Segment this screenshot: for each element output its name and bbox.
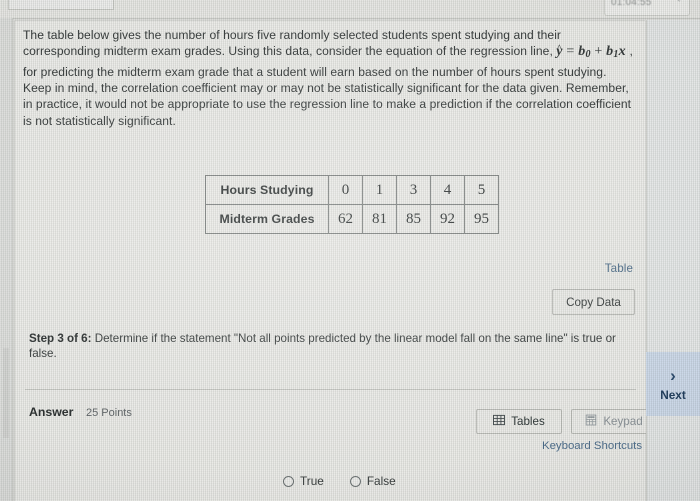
left-gutter-shade <box>3 348 9 438</box>
table-cell: 1 <box>362 175 397 205</box>
right-sidebar <box>646 20 700 501</box>
table-row: Hours Studying 0 1 3 4 5 <box>205 175 499 205</box>
radio-label-false: False <box>366 474 396 488</box>
question-text-block: The table below gives the number of hour… <box>23 27 638 129</box>
timer-panel: 01:04:55 <box>604 0 690 16</box>
regression-formula: ^ y = b0 + b1x <box>556 42 629 61</box>
step-label: Step 3 of 6: <box>29 332 92 345</box>
row-header-hours-studying: Hours Studying <box>205 175 329 205</box>
b0-subscript: 0 <box>585 49 591 61</box>
table-row: Midterm Grades 62 81 85 92 95 <box>205 204 499 234</box>
keypad-button-label: Keypad <box>603 415 643 428</box>
step-question-text: Determine if the statement "Not all poin… <box>29 332 616 361</box>
copy-data-button[interactable]: Copy Data <box>552 289 635 315</box>
table-cell: 85 <box>396 204 431 234</box>
step-prompt: Step 3 of 6: Determine if the statement … <box>29 331 634 361</box>
row-header-midterm-grades: Midterm Grades <box>205 204 329 234</box>
next-button-label: Next <box>660 387 686 402</box>
keypad-button[interactable]: Keypad <box>571 409 657 434</box>
question-card: The table below gives the number of hour… <box>14 20 657 501</box>
calculator-icon <box>585 414 597 429</box>
screen-photo: 01:04:55 The table below gives the numbe… <box>0 0 700 501</box>
radio-circle-icon[interactable] <box>349 475 361 487</box>
chevron-right-icon: › <box>670 365 676 385</box>
plus-symbol: + <box>594 44 603 60</box>
speaker-icon[interactable] <box>673 0 684 9</box>
next-button[interactable]: › Next <box>646 352 700 416</box>
question-paragraph-part1: The table below gives the number of hour… <box>23 28 562 59</box>
true-false-radio-group: True False <box>283 474 396 488</box>
y-hat-symbol: ^ y <box>556 42 563 60</box>
table-cell: 92 <box>430 204 465 234</box>
answer-heading: Answer <box>29 405 74 419</box>
answer-points: 25 Points <box>86 407 132 419</box>
answer-section-divider <box>25 389 636 390</box>
radio-circle-icon[interactable] <box>283 475 294 487</box>
hat-accent: ^ <box>556 42 563 55</box>
grid-icon <box>493 414 506 429</box>
equals-symbol: = <box>566 44 575 60</box>
radio-label-true: True <box>300 474 324 488</box>
table-cell: 0 <box>328 175 363 205</box>
table-cell: 4 <box>430 175 465 205</box>
table-caption-label: Table <box>604 262 633 275</box>
x-symbol: x <box>618 44 626 60</box>
table-cell: 5 <box>464 175 499 205</box>
table-cell: 3 <box>396 175 431 205</box>
radio-option-false[interactable]: False <box>349 474 396 488</box>
data-table-wrapper: Hours Studying 0 1 3 4 5 Midterm Grades … <box>205 175 499 234</box>
table-cell: 62 <box>328 204 363 234</box>
question-paragraph: The table below gives the number of hour… <box>23 27 638 129</box>
radio-option-true[interactable]: True <box>283 474 324 488</box>
study-hours-grades-table: Hours Studying 0 1 3 4 5 Midterm Grades … <box>205 175 499 234</box>
table-cell: 81 <box>362 204 397 234</box>
top-chrome-strip <box>0 0 700 19</box>
tables-button-label: Tables <box>511 415 545 428</box>
table-cell: 95 <box>464 204 499 234</box>
timer-value: 01:04:55 <box>611 0 652 8</box>
tables-button[interactable]: Tables <box>476 409 562 434</box>
keyboard-shortcuts-link[interactable]: Keyboard Shortcuts <box>542 440 642 452</box>
left-page-gutter <box>0 18 13 501</box>
browser-tab[interactable] <box>8 0 114 10</box>
